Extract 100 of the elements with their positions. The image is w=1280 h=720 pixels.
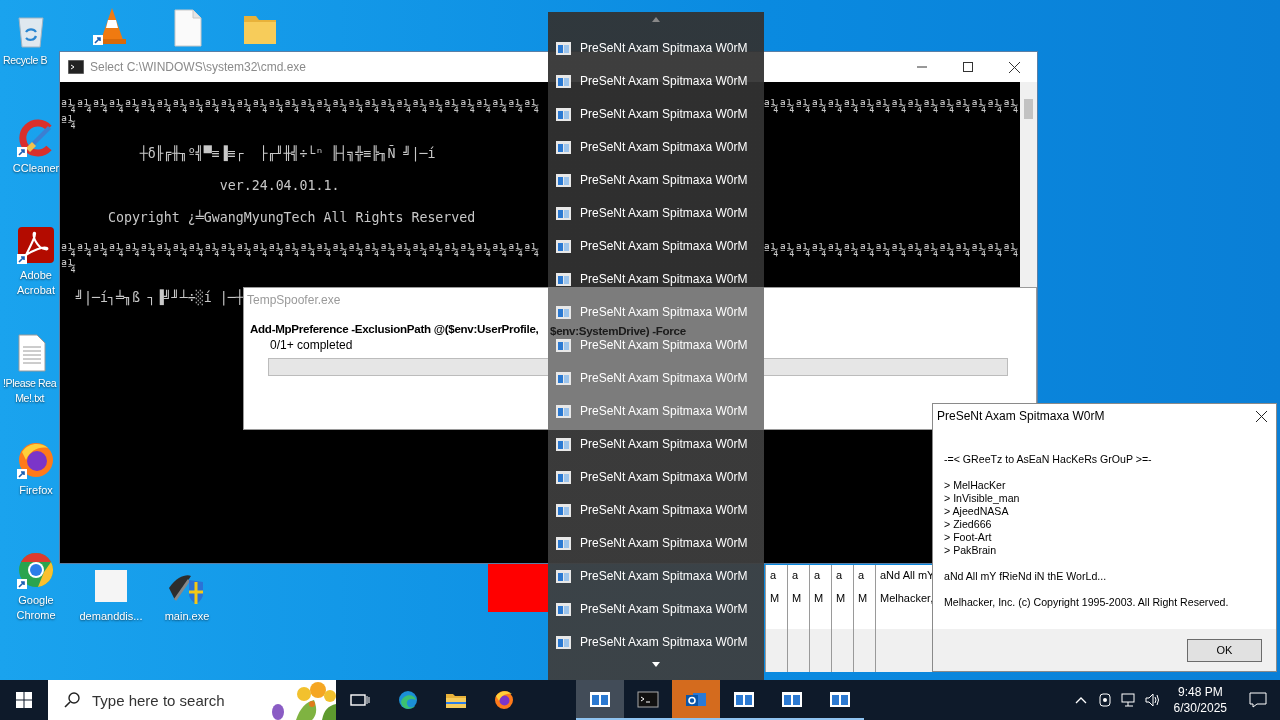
- dialog-text-fragment: a: [770, 569, 777, 581]
- jump-list-item[interactable]: PreSeNt Axam Spitmaxa W0rM: [548, 238, 752, 254]
- jump-list-item[interactable]: PreSeNt Axam Spitmaxa W0rM: [548, 73, 752, 89]
- window-icon: [780, 689, 804, 709]
- window-icon: [556, 437, 571, 451]
- window-icon: [556, 470, 571, 484]
- console-text: ª¼ª¼ª¼ª¼ª¼ª¼ª¼ª¼ª¼ª¼ª¼ª¼ª¼ª¼ª¼ª¼: [762, 242, 1019, 258]
- jump-list-item[interactable]: PreSeNt Axam Spitmaxa W0rM: [548, 271, 752, 287]
- search-field[interactable]: Type here to search: [92, 691, 252, 709]
- dialog-title: TempSpoofer.exe: [246, 292, 341, 307]
- browser-icon[interactable]: [16, 550, 56, 590]
- message-text: -=< GReeTz to AsEaN HacKeRs GrOuP >=-: [944, 453, 1152, 466]
- dialog-text-fragment: a: [814, 569, 821, 581]
- device-icon[interactable]: [1097, 693, 1112, 707]
- dialog-text-fragment: M: [814, 592, 824, 604]
- window-icon: [556, 74, 571, 88]
- console-text: Copyright ¿╧GwangMyungTech All Rights Reserved: [106, 210, 476, 226]
- console-app-icon: [68, 60, 84, 74]
- window-icon: [556, 107, 571, 121]
- console-text: ª¼ª¼ª¼ª¼ª¼ª¼ª¼ª¼ª¼ª¼ª¼ª¼ª¼ª¼ª¼ª¼: [762, 98, 1019, 114]
- window-title: PreSeNt Axam Spitmaxa W0rM: [937, 409, 1105, 423]
- volume-icon[interactable]: [1144, 693, 1161, 707]
- window-icon: [588, 689, 612, 709]
- jump-list-item[interactable]: PreSeNt Axam Spitmaxa W0rM: [548, 502, 752, 518]
- dialog-text-fragment: Melhacker,: [880, 592, 933, 604]
- scroll-up-icon[interactable]: [652, 17, 660, 22]
- clock-date[interactable]: 6/30/2025: [1173, 700, 1227, 716]
- window-icon: [556, 635, 571, 649]
- window-icon: [556, 239, 571, 253]
- window-icon: [556, 404, 571, 418]
- console-text: ª¼: [60, 258, 76, 274]
- ok-button[interactable]: OK: [1187, 638, 1262, 662]
- window-panel: [488, 563, 548, 612]
- window-icon: [556, 371, 571, 385]
- search-icon: [64, 692, 80, 708]
- dialog-text-fragment: a: [836, 569, 843, 581]
- command-text: Add-MpPreference -ExclusionPath @($env:UserProfile,: [250, 322, 539, 335]
- window-icon: [556, 503, 571, 517]
- browser-icon: [492, 690, 516, 710]
- jump-list-item[interactable]: PreSeNt Axam Spitmaxa W0rM: [548, 337, 752, 353]
- message-text: aNd All mY fRieNd iN thE WorLd...: [944, 570, 1107, 583]
- console-text: ª¼ª¼ª¼ª¼ª¼ª¼ª¼ª¼ª¼ª¼ª¼ª¼ª¼ª¼ª¼ª¼ª¼ª¼ª¼ª¼ª¼ª¼ª¼ª¼ª¼ª¼ª¼ª¼ª¼ª¼: [60, 242, 540, 258]
- progress-status: 0/1+ completed: [270, 338, 353, 352]
- window-icon: [556, 41, 571, 55]
- scroll-down-icon[interactable]: [652, 662, 660, 667]
- clock-time[interactable]: 9:48 PM: [1177, 684, 1223, 700]
- window-icon: [556, 140, 571, 154]
- search-bar[interactable]: Type here to search: [48, 680, 336, 720]
- message-text: Melhacker, Inc. (c) Copyright 1995-2003. All Right Reserved.: [944, 596, 1229, 609]
- window-title: Select C:\WINDOWS\system32\cmd.exe: [90, 60, 308, 74]
- window-icon: [556, 602, 571, 616]
- jump-list-item[interactable]: PreSeNt Axam Spitmaxa W0rM: [548, 40, 752, 56]
- dialog-text-fragment: M: [836, 592, 846, 604]
- console-icon: [636, 689, 660, 709]
- window-icon: [556, 536, 571, 550]
- window-icon: [556, 338, 571, 352]
- window-icon: [556, 206, 571, 220]
- window-icon: [556, 305, 571, 319]
- network-icon[interactable]: [1120, 693, 1137, 707]
- scrollbar-thumb[interactable]: [1024, 99, 1033, 119]
- taskbar-button[interactable]: [576, 680, 624, 720]
- chevron-up-icon[interactable]: [1074, 696, 1087, 704]
- jump-list-item[interactable]: PreSeNt Axam Spitmaxa W0rM: [548, 106, 752, 122]
- close-icon: [1008, 61, 1020, 73]
- jump-list-item[interactable]: PreSeNt Axam Spitmaxa W0rM: [548, 601, 752, 617]
- window-icon: [828, 689, 852, 709]
- dialog-text-fragment: M: [770, 592, 780, 604]
- notification-icon[interactable]: [1249, 692, 1267, 708]
- jump-list-item[interactable]: PreSeNt Axam Spitmaxa W0rM: [548, 403, 752, 419]
- jump-list-item[interactable]: PreSeNt Axam Spitmaxa W0rM: [548, 469, 752, 485]
- jump-list-item[interactable]: PreSeNt Axam Spitmaxa W0rM: [548, 436, 752, 452]
- dialog-text-fragment: a: [858, 569, 865, 581]
- jump-list-item[interactable]: PreSeNt Axam Spitmaxa W0rM: [548, 535, 752, 551]
- windows-icon: [16, 692, 32, 708]
- dialog-text-fragment: a: [792, 569, 799, 581]
- console-text: ┼δ╟╔╫╖º╣▀≡▐≡┌ ├╓╜╫╣÷└ⁿ ╟┤╗╬≡╠╖Ñ ╝|─í: [138, 146, 436, 162]
- window-icon: [732, 689, 756, 709]
- jump-list-item[interactable]: PreSeNt Axam Spitmaxa W0rM: [548, 172, 752, 188]
- browser-icon[interactable]: [16, 440, 56, 480]
- jump-list-item[interactable]: PreSeNt Axam Spitmaxa W0rM: [548, 205, 752, 221]
- close-icon[interactable]: [1256, 410, 1267, 422]
- pdf-icon[interactable]: [16, 225, 56, 265]
- message-text: > MelHacKer > InVisible_man > AjeedNASA > Zied666 > Foot-Art > PakBrain: [944, 479, 1020, 557]
- maximize-icon: [963, 62, 973, 72]
- command-text: $env:SystemDrive) -Force: [550, 324, 686, 337]
- browser-icon: [396, 690, 420, 710]
- console-text: ver.24.04.01.1.: [218, 178, 340, 194]
- dialog-text-fragment: M: [858, 592, 868, 604]
- window-icon: [556, 173, 571, 187]
- jump-list-item[interactable]: PreSeNt Axam Spitmaxa W0rM: [548, 139, 752, 155]
- console-text: ª¼: [60, 114, 76, 130]
- console-text: ╝|─í┐╧╖ß ┐▐╝╜┴÷░í |─┼: [74, 290, 244, 306]
- dialog-text-fragment: M: [792, 592, 802, 604]
- jump-list-item[interactable]: PreSeNt Axam Spitmaxa W0rM: [548, 370, 752, 386]
- console-text: ª¼ª¼ª¼ª¼ª¼ª¼ª¼ª¼ª¼ª¼ª¼ª¼ª¼ª¼ª¼ª¼ª¼ª¼ª¼ª¼ª¼ª¼ª¼ª¼ª¼ª¼ª¼ª¼ª¼ª¼: [60, 98, 540, 114]
- window-icon: [556, 569, 571, 583]
- jump-list-item[interactable]: PreSeNt Axam Spitmaxa W0rM: [548, 568, 752, 584]
- jump-list-item[interactable]: PreSeNt Axam Spitmaxa W0rM: [548, 634, 752, 650]
- window-icon: [556, 272, 571, 286]
- jump-list-item[interactable]: PreSeNt Axam Spitmaxa W0rM: [548, 304, 752, 320]
